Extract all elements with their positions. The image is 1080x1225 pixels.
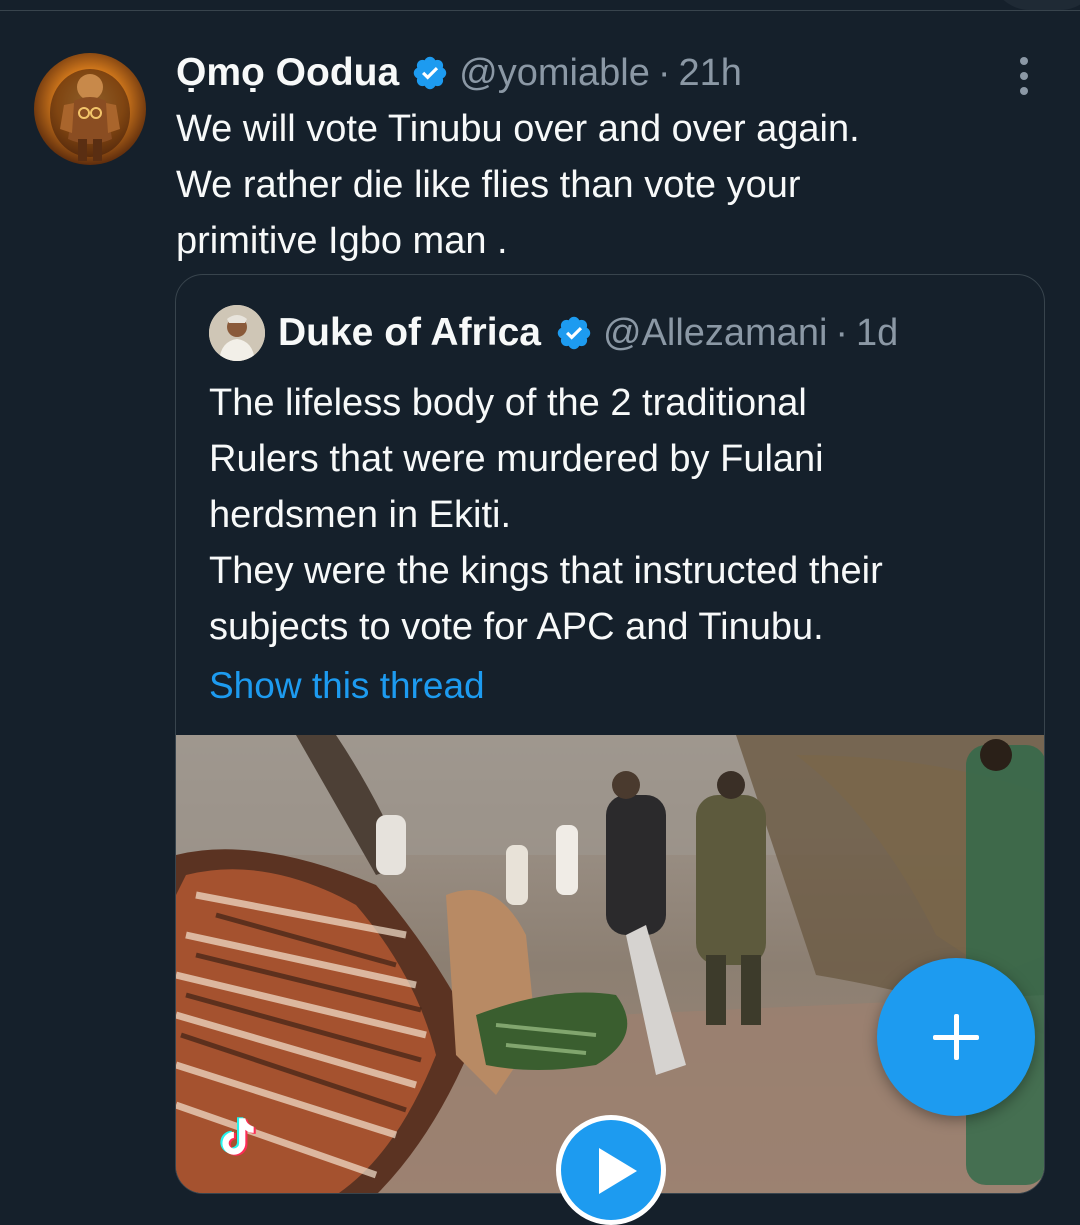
quoted-tweet-timestamp[interactable]: 1d — [856, 312, 898, 355]
more-dot — [1020, 87, 1028, 95]
show-thread-link[interactable]: Show this thread — [209, 665, 485, 707]
tweet-text: We will vote Tinubu over and over again.… — [176, 101, 1036, 269]
quoted-text-line: Rulers that were murdered by Fulani — [209, 438, 824, 480]
quoted-text-line: subjects to vote for APC and Tinubu. — [209, 606, 824, 648]
tiktok-icon — [220, 1117, 256, 1156]
quoted-tweet-text: The lifeless body of the 2 traditional R… — [209, 375, 1029, 655]
play-icon — [599, 1148, 637, 1194]
more-options-icon[interactable] — [1004, 53, 1044, 99]
quoted-text-line: herdsmen in Ekiti. — [209, 494, 512, 536]
author-line: Ọmọ Oodua @yomiable · 21h — [176, 51, 742, 95]
author-avatar[interactable] — [34, 53, 146, 165]
tweet-text-line: We will vote Tinubu over and over again. — [176, 108, 860, 150]
plus-icon — [954, 1014, 959, 1060]
author-name[interactable]: Ọmọ Oodua — [176, 51, 399, 95]
quoted-text-line: The lifeless body of the 2 traditional — [209, 382, 807, 424]
meta-separator: · — [835, 311, 849, 354]
play-video-button[interactable] — [556, 1115, 666, 1225]
tweet-timestamp[interactable]: 21h — [678, 52, 741, 95]
verified-badge-icon — [413, 56, 447, 90]
tweet-text-line: primitive Igbo man . — [176, 220, 508, 262]
quoted-author-avatar[interactable] — [209, 305, 265, 361]
verified-badge-icon — [557, 316, 591, 350]
quoted-author-handle[interactable]: @Allezamani — [603, 312, 827, 355]
quoted-text-line: They were the kings that instructed thei… — [209, 550, 883, 592]
author-handle[interactable]: @yomiable — [459, 52, 650, 95]
compose-tweet-button[interactable] — [877, 958, 1035, 1116]
quoted-author-line: Duke of Africa @Allezamani · 1d — [278, 311, 898, 355]
top-right-partial-control — [990, 0, 1080, 10]
more-dot — [1020, 57, 1028, 65]
quoted-author-name[interactable]: Duke of Africa — [278, 311, 541, 355]
tweet-text-line: We rather die like flies than vote your — [176, 164, 801, 206]
meta-separator: · — [657, 51, 671, 94]
more-dot — [1020, 72, 1028, 80]
